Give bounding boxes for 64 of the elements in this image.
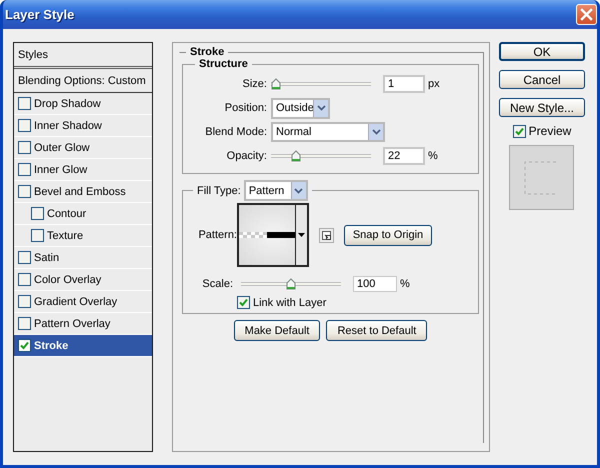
field-label: Pattern: bbox=[197, 229, 237, 241]
style-list-item[interactable]: Styles bbox=[14, 43, 152, 69]
checkbox[interactable] bbox=[18, 97, 31, 110]
checkbox[interactable] bbox=[237, 296, 250, 309]
close-icon bbox=[580, 8, 593, 21]
link-with-layer-checkbox[interactable]: Link with Layer bbox=[237, 296, 472, 309]
field-label: Opacity: bbox=[226, 150, 268, 162]
dialog-button[interactable]: OK bbox=[499, 42, 585, 61]
checkbox[interactable] bbox=[31, 207, 44, 220]
field-label: Position: bbox=[224, 102, 268, 114]
style-list-item[interactable]: Drop Shadow bbox=[14, 93, 152, 115]
close-button[interactable] bbox=[576, 4, 597, 25]
field-label: Size: bbox=[242, 78, 268, 90]
unit-label: % bbox=[428, 150, 438, 162]
style-list-item[interactable]: Gradient Overlay bbox=[14, 291, 152, 313]
style-list-item[interactable]: Stroke bbox=[14, 335, 152, 357]
default-button[interactable]: Reset to Default bbox=[326, 320, 428, 341]
preview-thumbnail bbox=[509, 145, 574, 210]
style-list-item[interactable]: Blending Options: Custom bbox=[14, 69, 152, 93]
style-list-item[interactable]: Inner Shadow bbox=[14, 115, 152, 137]
checkbox[interactable] bbox=[18, 317, 31, 330]
checkbox[interactable] bbox=[18, 295, 31, 308]
style-list-item[interactable]: Outer Glow bbox=[14, 137, 152, 159]
slider-thumb[interactable] bbox=[271, 78, 281, 90]
slider-thumb[interactable] bbox=[286, 278, 296, 290]
scale-field[interactable]: 100 bbox=[353, 276, 397, 292]
default-button[interactable]: Make Default bbox=[234, 320, 320, 341]
dialog-button[interactable]: New Style... bbox=[499, 98, 585, 117]
group-title: Stroke bbox=[189, 46, 226, 58]
unit-label: % bbox=[400, 278, 410, 290]
field-label: Fill Type: bbox=[197, 184, 241, 196]
fill-type-dropdown[interactable]: Pattern bbox=[244, 180, 308, 201]
checkbox[interactable] bbox=[18, 339, 31, 352]
checkbox[interactable] bbox=[18, 251, 31, 264]
blend-mode-dropdown[interactable]: Normal bbox=[271, 122, 385, 142]
group-title: Structure bbox=[198, 58, 249, 70]
checkbox[interactable] bbox=[18, 141, 31, 154]
slider-thumb[interactable] bbox=[290, 150, 301, 162]
position-dropdown[interactable]: Outside bbox=[271, 98, 330, 118]
size-field[interactable]: 1 bbox=[383, 75, 425, 93]
checkbox[interactable] bbox=[18, 163, 31, 176]
snap-to-origin-button[interactable]: Snap to Origin bbox=[344, 224, 432, 246]
preview-checkbox[interactable]: Preview bbox=[499, 124, 585, 138]
style-list-item[interactable]: Contour bbox=[14, 203, 152, 225]
dialog-button[interactable]: Cancel bbox=[499, 70, 585, 89]
opacity-field[interactable]: 22 bbox=[383, 147, 425, 165]
checkbox[interactable] bbox=[18, 185, 31, 198]
style-list-item[interactable]: Color Overlay bbox=[14, 269, 152, 291]
caret-icon bbox=[298, 233, 305, 237]
pattern-picker[interactable] bbox=[237, 203, 309, 267]
style-list-item[interactable]: Bevel and Emboss bbox=[14, 181, 152, 203]
field-label: Scale: bbox=[201, 278, 234, 290]
window-title: Layer Style bbox=[5, 7, 74, 22]
checkbox[interactable] bbox=[18, 273, 31, 286]
new-preset-button[interactable] bbox=[319, 228, 334, 242]
style-list-item[interactable]: Satin bbox=[14, 247, 152, 269]
checkbox[interactable] bbox=[18, 119, 31, 132]
style-list-item[interactable]: Inner Glow bbox=[14, 159, 152, 181]
checkbox[interactable] bbox=[31, 229, 44, 242]
unit-label: px bbox=[428, 78, 440, 90]
field-label: Blend Mode: bbox=[204, 126, 268, 138]
style-list-item[interactable]: Texture bbox=[14, 225, 152, 247]
checkbox[interactable] bbox=[512, 124, 526, 138]
page-icon bbox=[322, 230, 331, 240]
